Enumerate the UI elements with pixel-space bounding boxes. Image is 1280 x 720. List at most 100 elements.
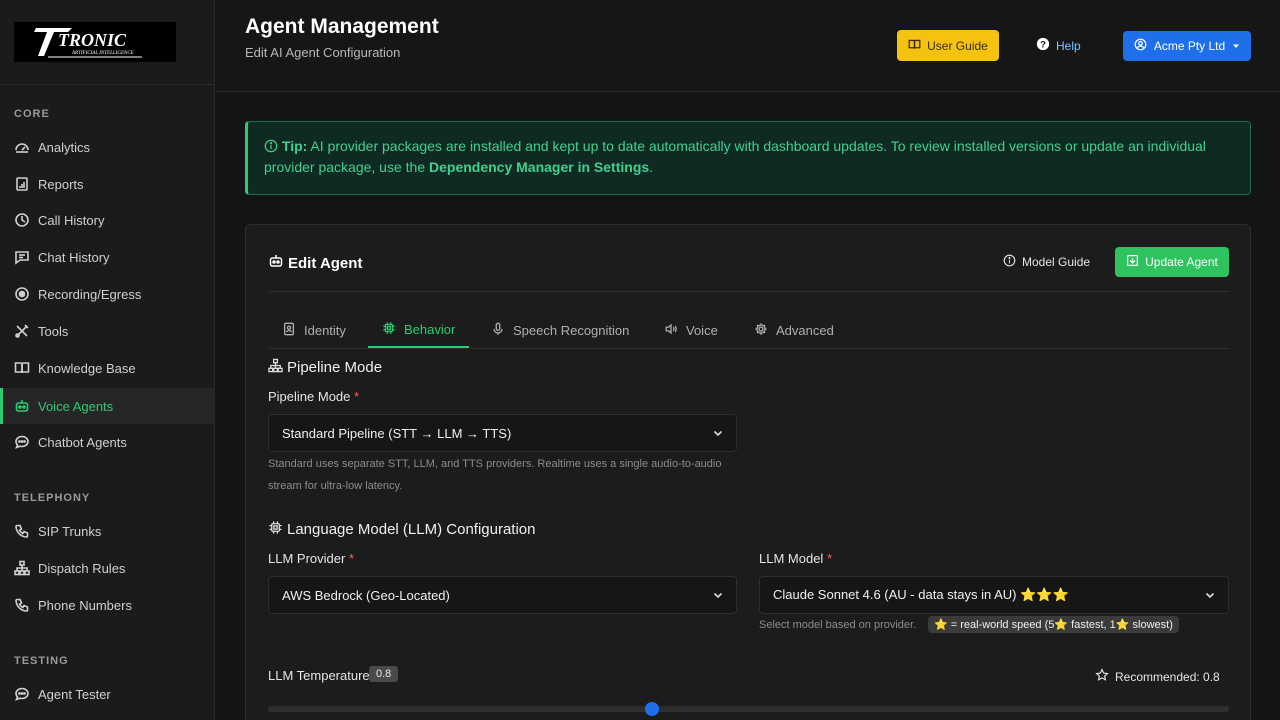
gear-icon <box>754 322 768 339</box>
agent-tabs: Identity Behavior Speech Recognition Voi… <box>268 312 1229 349</box>
record-icon <box>14 286 30 302</box>
chat-lines-icon <box>14 249 30 265</box>
tab-voice[interactable]: Voice <box>650 312 732 348</box>
tab-label: Speech Recognition <box>513 322 630 338</box>
llm-provider-select[interactable]: AWS Bedrock (Geo-Located) <box>268 576 737 614</box>
model-guide-button[interactable]: Model Guide <box>1003 254 1090 270</box>
recommended-text: Recommended: 0.8 <box>1115 669 1220 684</box>
section-title-telephony: TELEPHONY <box>14 492 91 504</box>
top-header: Agent Management Edit AI Agent Configura… <box>216 0 1280 92</box>
robot-icon <box>14 398 30 414</box>
card-title-text: Edit Agent <box>288 254 363 272</box>
question-circle-icon: ? <box>1036 37 1050 54</box>
llm-provider-label-text: LLM Provider <box>268 551 346 566</box>
speaker-icon <box>664 322 678 339</box>
sidebar-item-agent-tester[interactable]: Agent Tester <box>0 676 215 712</box>
pipeline-help-line: Standard uses separate STT, LLM, and TTS… <box>268 458 722 470</box>
sidebar-item-sip-trunks[interactable]: SIP Trunks <box>0 513 215 549</box>
llm-model-value: Claude Sonnet 4.6 (AU - data stays in AU… <box>773 587 1069 602</box>
save-icon <box>1126 254 1139 270</box>
book-icon <box>908 38 921 54</box>
section-title-core: CORE <box>14 108 50 120</box>
info-icon <box>264 138 278 154</box>
tronic-logo[interactable]: TRONIC ARTIFICIAL INTELLIGENCE <box>14 22 176 62</box>
info-icon <box>1003 254 1016 270</box>
pipeline-mode-select[interactable]: Standard Pipeline (STT → LLM → TTS) <box>268 414 737 452</box>
temperature-slider[interactable] <box>268 702 1229 716</box>
llm-model-select[interactable]: Claude Sonnet 4.6 (AU - data stays in AU… <box>759 576 1229 614</box>
llm-model-help: Select model based on provider. <box>759 619 917 631</box>
pipeline-mode-label: Pipeline Mode * <box>268 389 359 404</box>
sidebar-item-label: Tools <box>38 323 69 339</box>
sidebar-item-chat-history[interactable]: Chat History <box>0 239 215 275</box>
llm-heading-text: Language Model (LLM) Configuration <box>287 521 536 538</box>
model-guide-label: Model Guide <box>1022 255 1091 269</box>
sidebar-item-phone-numbers[interactable]: Phone Numbers <box>0 587 215 623</box>
logo-subtext: ARTIFICIAL INTELLIGENCE <box>71 51 134 56</box>
sidebar-item-knowledge-base[interactable]: Knowledge Base <box>0 350 215 386</box>
sidebar-item-label: Analytics <box>38 139 91 155</box>
help-label: Help <box>1056 38 1081 53</box>
phone-icon <box>14 597 30 613</box>
sidebar-item-chatbot-agents[interactable]: Chatbot Agents <box>0 424 215 460</box>
edit-agent-card: Edit Agent Model Guide Update Agent Iden… <box>245 224 1251 720</box>
tab-identity[interactable]: Identity <box>268 312 360 348</box>
sidebar-item-label: Voice Agents <box>38 398 114 414</box>
user-guide-button[interactable]: User Guide <box>897 30 999 61</box>
llm-config-heading: Language Model (LLM) Configuration <box>268 520 536 539</box>
robot-icon <box>268 253 284 273</box>
sidebar-item-reports[interactable]: Reports <box>0 166 215 202</box>
sidebar: TRONIC ARTIFICIAL INTELLIGENCE CORE Anal… <box>0 0 215 720</box>
caret-down-icon <box>1232 39 1240 53</box>
llm-model-label-text: LLM Model <box>759 551 824 566</box>
chevron-down-icon <box>1204 589 1216 604</box>
user-guide-label: User Guide <box>927 38 988 53</box>
hierarchy-icon <box>14 560 30 576</box>
dependency-manager-link[interactable]: Dependency Manager in Settings <box>429 159 649 175</box>
sidebar-item-tools[interactable]: Tools <box>0 313 215 349</box>
section-title-testing: TESTING <box>14 655 69 667</box>
tab-speech-recognition[interactable]: Speech Recognition <box>477 312 643 348</box>
sidebar-item-analytics[interactable]: Analytics <box>0 129 215 165</box>
card-title: Edit Agent <box>268 253 362 273</box>
update-agent-button[interactable]: Update Agent <box>1115 247 1229 277</box>
tip-label: Tip: <box>281 138 308 154</box>
page-subtitle: Edit AI Agent Configuration <box>245 45 401 60</box>
tab-behavior[interactable]: Behavior <box>368 312 470 348</box>
sidebar-item-dispatch-rules[interactable]: Dispatch Rules <box>0 550 215 586</box>
sidebar-item-label: Dispatch Rules <box>38 560 126 576</box>
tab-advanced[interactable]: Advanced <box>740 312 848 348</box>
sidebar-item-label: Reports <box>38 176 84 192</box>
star-icon <box>1095 668 1109 685</box>
microphone-icon <box>491 322 505 339</box>
logo-text: TRONIC <box>58 30 127 50</box>
llm-provider-label: LLM Provider * <box>268 551 354 566</box>
sidebar-item-label: Agent Tester <box>38 686 111 702</box>
llm-model-label: LLM Model * <box>759 551 832 566</box>
chevron-down-icon <box>712 427 724 442</box>
update-agent-label: Update Agent <box>1145 255 1218 269</box>
sidebar-item-call-history[interactable]: Call History <box>0 202 215 238</box>
slider-thumb[interactable] <box>645 702 660 716</box>
tip-banner: Tip: AI provider packages are installed … <box>245 121 1251 195</box>
tab-label: Behavior <box>404 321 456 337</box>
sidebar-item-recording-egress[interactable]: Recording/Egress <box>0 276 215 312</box>
sidebar-item-label: SIP Trunks <box>38 523 102 539</box>
help-button[interactable]: ? Help <box>1036 30 1081 61</box>
pipeline-help-text: Standard uses separate STT, LLM, and TTS… <box>268 453 748 497</box>
recommended-temperature: Recommended: 0.8 <box>1095 668 1220 685</box>
pipeline-mode-value: Standard Pipeline (STT → LLM → TTS) <box>282 425 512 441</box>
sidebar-item-label: Knowledge Base <box>38 360 136 376</box>
sidebar-item-voice-agents[interactable]: Voice Agents <box>0 388 215 424</box>
phone-icon <box>14 523 30 539</box>
sidebar-item-label: Recording/Egress <box>38 286 142 302</box>
clock-icon <box>14 212 30 228</box>
pipeline-heading-text: Pipeline Mode <box>287 359 383 376</box>
required-marker: * <box>348 551 354 566</box>
book-icon <box>14 360 30 376</box>
pipeline-label-text: Pipeline Mode <box>268 389 351 404</box>
card-divider <box>268 291 1229 292</box>
sidebar-item-label: Chatbot Agents <box>38 434 127 450</box>
account-dropdown[interactable]: Acme Pty Ltd <box>1123 31 1251 61</box>
tip-text-end: . <box>649 159 654 175</box>
